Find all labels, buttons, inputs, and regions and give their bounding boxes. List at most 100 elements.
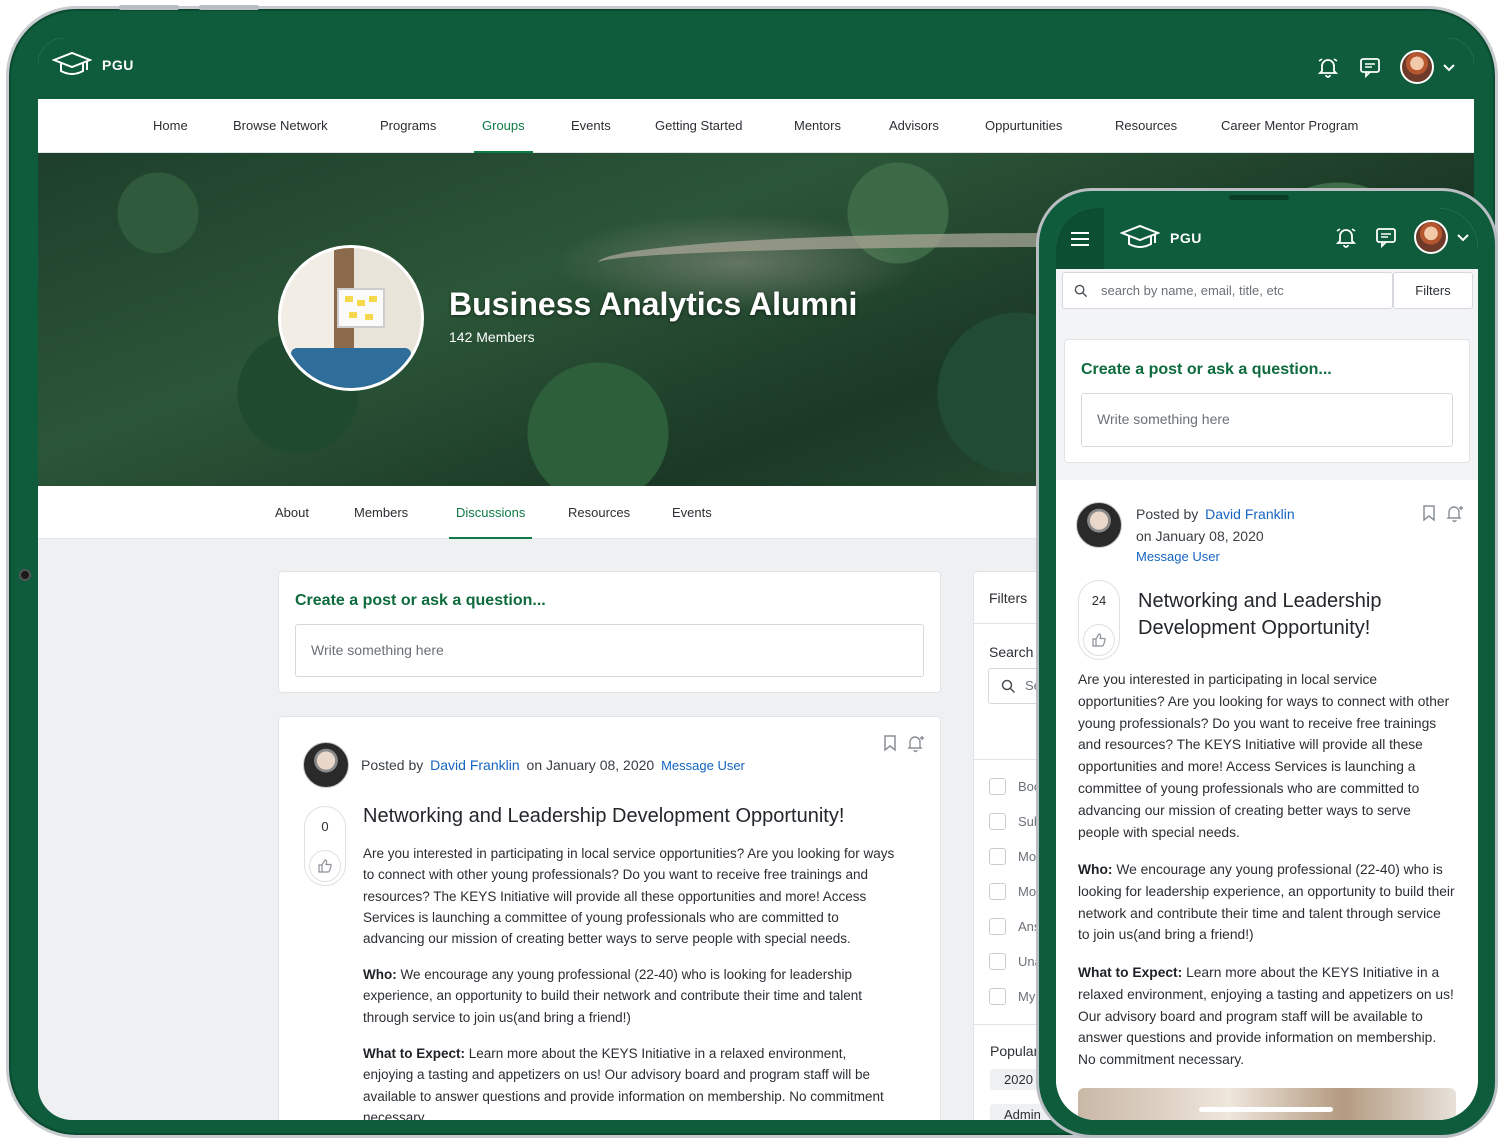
- mobile-post-title[interactable]: Networking and Leadership Development Op…: [1138, 588, 1438, 642]
- who-text: We encourage any young professional (22-…: [1078, 862, 1455, 943]
- thumbs-up-icon: [318, 859, 332, 873]
- post-meta: Posted by David Franklin on January 08, …: [361, 757, 745, 773]
- checkbox[interactable]: [989, 883, 1006, 900]
- nav-advisors[interactable]: Advisors: [889, 99, 939, 153]
- nav-resources[interactable]: Resources: [1115, 99, 1177, 153]
- top-header: PGU: [38, 38, 1474, 99]
- thumbs-up-icon: [1092, 633, 1106, 647]
- checkbox[interactable]: [989, 953, 1006, 970]
- checkbox[interactable]: [989, 778, 1006, 795]
- bell-plus-icon[interactable]: [906, 733, 926, 753]
- bookmark-icon[interactable]: [1421, 504, 1437, 522]
- checkbox[interactable]: [989, 918, 1006, 935]
- filter-option[interactable]: Mos: [989, 883, 1043, 900]
- vote-count: 24: [1091, 593, 1107, 608]
- filter-option[interactable]: Ans: [989, 918, 1040, 935]
- message-user-link[interactable]: Message User: [661, 758, 745, 773]
- mobile-header: PGU: [1056, 208, 1478, 269]
- mobile-filters-button[interactable]: Filters: [1393, 272, 1473, 309]
- checkbox[interactable]: [989, 988, 1006, 1005]
- nav-home[interactable]: Home: [153, 99, 188, 153]
- expect-text: Learn more about the KEYS Initiative in …: [1078, 965, 1454, 1068]
- author-avatar[interactable]: [1076, 502, 1122, 548]
- mobile-search-input[interactable]: search by name, email, title, etc: [1062, 272, 1393, 309]
- search-icon: [1074, 284, 1088, 298]
- hamburger-icon: [1071, 231, 1089, 246]
- bell-icon[interactable]: [1334, 225, 1358, 249]
- post-date: on January 08, 2020: [526, 757, 655, 773]
- mobile-post: Posted by David Franklin on January 08, …: [1056, 480, 1478, 1120]
- mobile-post-posted-by: Posted by David Franklin: [1136, 506, 1295, 522]
- author-avatar[interactable]: [303, 742, 349, 788]
- expect-label: What to Expect:: [363, 1046, 466, 1061]
- nav-mentors[interactable]: Mentors: [794, 99, 841, 153]
- home-indicator: [1199, 1107, 1333, 1112]
- author-link[interactable]: David Franklin: [430, 757, 519, 773]
- chat-icon[interactable]: [1358, 55, 1382, 79]
- upvote-button[interactable]: [1083, 624, 1115, 656]
- mobile-post-paragraph-1: Are you interested in participating in l…: [1078, 672, 1450, 840]
- filter-option[interactable]: Mos: [989, 848, 1043, 865]
- brand-name: PGU: [102, 57, 134, 73]
- graduation-cap-icon: [52, 51, 92, 75]
- nav-programs[interactable]: Programs: [380, 99, 436, 153]
- mobile-brand-logo[interactable]: PGU: [1120, 223, 1202, 253]
- tab-about[interactable]: About: [275, 486, 309, 539]
- phone-device: PGU search by name, email, title, etc Fi…: [1036, 188, 1498, 1138]
- group-member-count[interactable]: 142 Members: [449, 329, 535, 345]
- filter-option[interactable]: Una: [989, 953, 1042, 970]
- main-nav: Home Browse Network Programs Groups Even…: [38, 99, 1474, 153]
- popular-tags-label: Popular: [990, 1043, 1039, 1059]
- bookmark-icon[interactable]: [882, 734, 898, 752]
- nav-getting-started[interactable]: Getting Started: [655, 99, 742, 153]
- sofa: [291, 348, 411, 388]
- nav-browse-network[interactable]: Browse Network: [233, 99, 328, 153]
- bell-icon[interactable]: [1316, 55, 1340, 79]
- upvote-button[interactable]: [309, 850, 341, 882]
- tab-members[interactable]: Members: [354, 486, 408, 539]
- graduation-cap-icon: [1120, 224, 1160, 248]
- posted-by-label: Posted by: [1136, 506, 1199, 522]
- nav-groups[interactable]: Groups: [474, 99, 533, 153]
- user-avatar[interactable]: [1414, 220, 1448, 254]
- nav-opportunities[interactable]: Oppurtunities: [985, 99, 1062, 153]
- tab-discussions[interactable]: Discussions: [448, 486, 533, 539]
- phone-speaker: [1229, 195, 1289, 200]
- mobile-compose-title: Create a post or ask a question...: [1081, 361, 1332, 378]
- chevron-down-icon[interactable]: [1442, 60, 1456, 74]
- mobile-post-paragraph-expect: What to Expect: Learn more about the KEY…: [1078, 962, 1456, 1071]
- group-photo: [278, 245, 424, 391]
- chat-icon[interactable]: [1374, 225, 1398, 249]
- checkbox[interactable]: [989, 848, 1006, 865]
- filter-option[interactable]: My: [989, 988, 1035, 1005]
- tablet-hw-button: [119, 5, 179, 10]
- post-title[interactable]: Networking and Leadership Development Op…: [363, 805, 844, 828]
- tab-events[interactable]: Events: [672, 486, 712, 539]
- who-label: Who:: [363, 967, 397, 982]
- expect-label: What to Expect:: [1078, 965, 1183, 980]
- filter-option[interactable]: Boo: [989, 778, 1041, 795]
- bell-plus-icon[interactable]: [1445, 503, 1465, 523]
- vote-count: 0: [321, 819, 329, 834]
- tab-resources[interactable]: Resources: [568, 486, 630, 539]
- checkbox[interactable]: [989, 813, 1006, 830]
- brand-logo[interactable]: PGU: [52, 50, 134, 80]
- mobile-post-date: on January 08, 2020: [1136, 528, 1264, 544]
- message-user-link[interactable]: Message User: [1136, 549, 1220, 564]
- filter-option[interactable]: Sub: [989, 813, 1041, 830]
- compose-input[interactable]: Write something here: [295, 624, 924, 677]
- vote-widget: 24: [1078, 580, 1120, 660]
- filters-title: Filters: [989, 590, 1028, 606]
- chevron-down-icon[interactable]: [1456, 230, 1470, 244]
- whiteboard: [337, 288, 385, 328]
- user-avatar[interactable]: [1400, 50, 1434, 84]
- mobile-compose-input[interactable]: Write something here: [1081, 393, 1453, 447]
- post-paragraph-expect: What to Expect: Learn more about the KEY…: [363, 1043, 895, 1120]
- menu-button[interactable]: [1056, 208, 1104, 269]
- search-icon: [1001, 679, 1016, 694]
- nav-events[interactable]: Events: [571, 99, 611, 153]
- nav-career-mentor-program[interactable]: Career Mentor Program: [1221, 99, 1358, 153]
- author-link[interactable]: David Franklin: [1205, 506, 1294, 522]
- vote-widget: 0: [304, 806, 346, 886]
- who-text: We encourage any young professional (22-…: [363, 967, 863, 1025]
